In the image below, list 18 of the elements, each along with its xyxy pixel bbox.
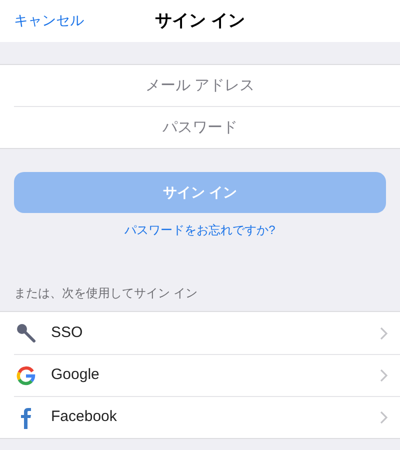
provider-label: Facebook — [51, 407, 118, 428]
forgot-password-link[interactable]: パスワードをお忘れですか? — [124, 221, 276, 239]
provider-label: Google — [51, 365, 100, 386]
google-logo-icon — [16, 366, 36, 386]
cancel-button[interactable]: キャンセル — [14, 10, 84, 31]
input-field[interactable]: メール アドレス — [0, 65, 400, 106]
chevron-icon — [380, 369, 388, 382]
input-field[interactable]: パスワード — [0, 107, 400, 148]
provider-label: SSO — [51, 322, 84, 343]
provider-row[interactable]: Facebook — [14, 396, 400, 438]
chevron-icon — [380, 326, 388, 340]
section-heading: または、次を使用してサイン イン — [13, 285, 198, 302]
provider-row[interactable]: SSO — [14, 312, 400, 354]
page-title: サイン イン — [155, 10, 245, 32]
chevron-icon — [380, 411, 388, 424]
key-icon — [16, 323, 36, 343]
provider-row[interactable]: Google — [14, 354, 400, 396]
facebook-logo-icon — [20, 406, 32, 428]
